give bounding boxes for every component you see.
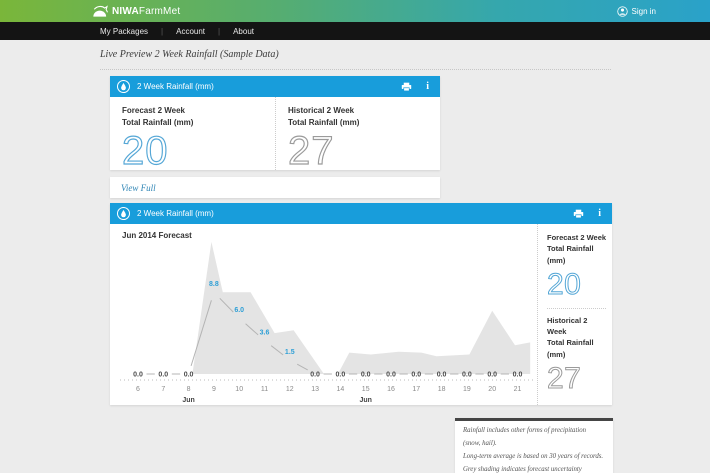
- panel-forecast-value: 20: [547, 270, 608, 300]
- svg-text:20: 20: [488, 386, 496, 393]
- svg-text:6.0: 6.0: [234, 307, 244, 314]
- info-icon[interactable]: i: [598, 209, 601, 219]
- nav-item-account[interactable]: Account: [176, 27, 205, 36]
- svg-text:8: 8: [187, 386, 191, 393]
- info-icon[interactable]: i: [426, 82, 429, 92]
- app-header: NIWAFarmMet Sign in: [0, 0, 710, 22]
- svg-text:0.0: 0.0: [386, 372, 396, 379]
- chart-card-title: 2 Week Rainfall (mm): [137, 209, 214, 218]
- svg-text:0.0: 0.0: [437, 372, 447, 379]
- panel-historical-value: 27: [547, 364, 608, 394]
- main-nav: My Packages | Account | About: [0, 22, 710, 40]
- svg-text:9: 9: [212, 386, 216, 393]
- summary-card-header: 2 Week Rainfall (mm) i: [110, 76, 440, 97]
- svg-text:8.8: 8.8: [209, 281, 219, 288]
- chart-title: Jun 2014 Forecast: [122, 231, 192, 240]
- svg-text:3.6: 3.6: [260, 330, 270, 337]
- page-title: Live Preview 2 Week Rainfall (Sample Dat…: [100, 49, 279, 60]
- forecast-summary-block: Forecast 2 Week Total Rainfall (mm) 20: [110, 97, 275, 170]
- svg-text:0.0: 0.0: [487, 372, 497, 379]
- summary-card-body: Forecast 2 Week Total Rainfall (mm) 20 H…: [110, 97, 440, 170]
- summary-card: 2 Week Rainfall (mm) i Forecast 2 Week T…: [110, 76, 440, 170]
- nav-item-my-packages[interactable]: My Packages: [100, 27, 148, 36]
- nav-item-about[interactable]: About: [233, 27, 254, 36]
- svg-text:Jun: Jun: [359, 397, 371, 404]
- brand-name: NIWAFarmMet: [112, 6, 180, 17]
- nav-separator: |: [218, 27, 220, 36]
- svg-text:18: 18: [438, 386, 446, 393]
- svg-text:12: 12: [286, 386, 294, 393]
- svg-text:0.0: 0.0: [361, 372, 371, 379]
- forecast-value: 20: [122, 132, 275, 170]
- title-separator: [100, 69, 611, 70]
- svg-text:14: 14: [337, 386, 345, 393]
- panel-divider: [547, 308, 606, 309]
- svg-text:17: 17: [412, 386, 420, 393]
- historical-summary-block: Historical 2 Week Total Rainfall (mm) 27: [275, 97, 440, 170]
- view-full-link[interactable]: View Full: [110, 177, 440, 198]
- panel-historical-label: Historical 2 Week Total Rainfall (mm): [547, 315, 608, 360]
- svg-text:0.0: 0.0: [184, 372, 194, 379]
- water-drop-icon: [117, 80, 130, 93]
- rainfall-chart-svg: 0.0 0.0 0.0 8.8 6.0 3.6 1.5 0.0 0.0 0.0 0.0 0.0 0.0 0…: [114, 240, 534, 405]
- svg-text:15: 15: [362, 386, 370, 393]
- person-icon: [617, 6, 628, 17]
- svg-text:0.0: 0.0: [462, 372, 472, 379]
- chart-card-header: 2 Week Rainfall (mm) i: [110, 203, 612, 224]
- historical-value: 27: [288, 132, 440, 170]
- svg-text:21: 21: [514, 386, 522, 393]
- svg-text:10: 10: [235, 386, 243, 393]
- chart-card: 2 Week Rainfall (mm) i Jun 2014 Forecast…: [110, 203, 612, 405]
- svg-text:0.0: 0.0: [513, 372, 523, 379]
- svg-text:13: 13: [311, 386, 319, 393]
- footnote-line: Rainfall includes other forms of precipi…: [463, 425, 605, 451]
- niwa-logo-icon: [92, 5, 108, 18]
- svg-text:0.0: 0.0: [158, 372, 168, 379]
- summary-card-title: 2 Week Rainfall (mm): [137, 82, 214, 91]
- chart-side-panel: Forecast 2 Week Total Rainfall (mm) 20 H…: [537, 224, 612, 405]
- nav-separator: |: [161, 27, 163, 36]
- svg-text:Jun: Jun: [182, 397, 194, 404]
- brand-logo: NIWAFarmMet: [92, 5, 180, 18]
- historical-label: Historical 2 Week Total Rainfall (mm): [288, 105, 440, 130]
- app-window: NIWAFarmMet Sign in My Packages | Accoun…: [0, 0, 710, 473]
- svg-text:11: 11: [261, 386, 268, 393]
- sign-in-button[interactable]: Sign in: [617, 0, 656, 22]
- panel-forecast-label: Forecast 2 Week Total Rainfall (mm): [547, 232, 608, 266]
- svg-text:6: 6: [136, 386, 140, 393]
- svg-text:0.0: 0.0: [310, 372, 320, 379]
- chart-area: Jun 2014 Forecast 0.00.00.08.86.03.61.50…: [110, 224, 537, 405]
- forecast-label: Forecast 2 Week Total Rainfall (mm): [122, 105, 275, 130]
- svg-text:7: 7: [161, 386, 165, 393]
- footnote-line: Grey shading indicates forecast uncertai…: [463, 464, 605, 473]
- print-icon[interactable]: [573, 209, 584, 219]
- footnote-box: Rainfall includes other forms of precipi…: [455, 418, 613, 473]
- svg-text:1.5: 1.5: [285, 349, 295, 356]
- print-icon[interactable]: [401, 82, 412, 92]
- svg-text:0.0: 0.0: [133, 372, 143, 379]
- sign-in-label: Sign in: [632, 7, 656, 16]
- svg-text:19: 19: [463, 386, 471, 393]
- water-drop-icon: [117, 207, 130, 220]
- footnote-line: Long-term average is based on 30 years o…: [463, 451, 605, 464]
- svg-text:0.0: 0.0: [411, 372, 421, 379]
- svg-text:16: 16: [387, 386, 395, 393]
- svg-text:0.0: 0.0: [336, 372, 346, 379]
